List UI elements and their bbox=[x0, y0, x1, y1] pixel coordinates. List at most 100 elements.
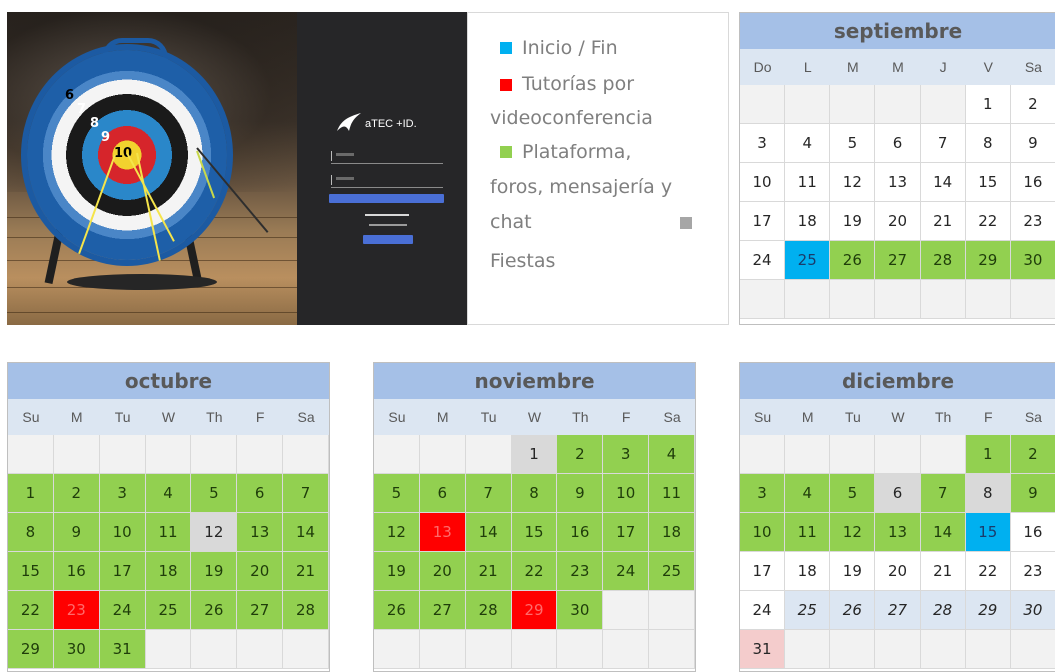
empty-day-cell bbox=[785, 280, 831, 319]
empty-day-cell bbox=[875, 85, 921, 124]
day-cell: 28 bbox=[283, 591, 329, 630]
weekday-label: M bbox=[436, 409, 449, 425]
day-cell: 29 bbox=[965, 591, 1011, 630]
legend-label-tutoring-2: videoconferencia bbox=[490, 107, 653, 129]
empty-day-cell bbox=[740, 280, 786, 319]
empty-day-cell bbox=[465, 630, 512, 669]
day-cell: 23 bbox=[1010, 552, 1055, 591]
username-field bbox=[331, 151, 443, 164]
empty-day-cell bbox=[649, 630, 695, 669]
weekday-header: Su M Tu W Th F Sa bbox=[8, 399, 329, 435]
weekday-label: M bbox=[847, 59, 859, 75]
day-cell: 21 bbox=[920, 552, 966, 591]
empty-day-cell bbox=[603, 591, 650, 630]
day-cell: 15 bbox=[965, 513, 1011, 552]
empty-day-cell bbox=[965, 630, 1011, 669]
empty-day-cell bbox=[830, 630, 876, 669]
ring-number: 6 bbox=[65, 88, 75, 103]
day-cell: 13 bbox=[237, 513, 284, 552]
day-cell: 12 bbox=[191, 513, 238, 552]
day-cell: 17 bbox=[603, 513, 650, 552]
weekday-label: M bbox=[801, 409, 814, 425]
day-cell: 29 bbox=[965, 241, 1011, 280]
day-cell: 16 bbox=[557, 513, 604, 552]
empty-day-cell bbox=[830, 280, 876, 319]
weekday-label: M bbox=[892, 59, 904, 75]
day-cell: 6 bbox=[237, 474, 284, 513]
day-cell: 8 bbox=[965, 124, 1011, 163]
day-cell: 10 bbox=[740, 163, 786, 202]
empty-day-cell bbox=[920, 435, 966, 474]
day-cell: 17 bbox=[740, 552, 786, 591]
legend: Inicio / Fin Tutorías por videoconferenc… bbox=[467, 12, 729, 325]
day-cell: 5 bbox=[374, 474, 420, 513]
day-cell: 13 bbox=[419, 513, 466, 552]
day-cell: 19 bbox=[830, 202, 876, 241]
day-cell: 23 bbox=[53, 591, 100, 630]
day-cell: 22 bbox=[511, 552, 558, 591]
day-cell: 28 bbox=[465, 591, 512, 630]
empty-day-cell bbox=[920, 280, 966, 319]
empty-day-cell bbox=[920, 630, 966, 669]
day-cell: 14 bbox=[920, 513, 966, 552]
day-cell: 2 bbox=[1010, 435, 1055, 474]
empty-day-cell bbox=[1010, 630, 1055, 669]
day-cell: 18 bbox=[145, 552, 192, 591]
day-cell: 18 bbox=[649, 513, 695, 552]
empty-day-cell bbox=[419, 630, 466, 669]
empty-day-cell bbox=[145, 435, 192, 474]
day-cell: 3 bbox=[740, 124, 786, 163]
empty-day-cell bbox=[99, 435, 146, 474]
day-cell: 5 bbox=[830, 474, 876, 513]
empty-day-cell bbox=[1010, 280, 1055, 319]
weekday-label: Sa bbox=[297, 409, 315, 425]
empty-day-cell bbox=[145, 630, 192, 669]
day-cell: 27 bbox=[875, 591, 921, 630]
legend-label-platform-2: foros, mensajería y bbox=[490, 176, 673, 198]
day-cell: 26 bbox=[830, 591, 876, 630]
weekday-label: Tu bbox=[844, 409, 861, 425]
legend-swatch-start-end bbox=[500, 42, 512, 54]
day-cell: 13 bbox=[875, 163, 921, 202]
calendar-september: septiembre Do L M M J V Sa 1 2 3 4 5 6 7 8 9 10 11 12 13 14 15… bbox=[739, 12, 1055, 325]
weekday-header: Su M Tu W Th F Sa bbox=[740, 399, 1055, 435]
weekday-header: Do L M M J V Sa bbox=[740, 49, 1055, 85]
day-cell: 5 bbox=[830, 124, 876, 163]
month-title: noviembre bbox=[374, 363, 695, 399]
day-cell: 31 bbox=[99, 630, 146, 669]
day-cell: 4 bbox=[785, 474, 831, 513]
day-cell: 30 bbox=[557, 591, 604, 630]
day-cell: 6 bbox=[875, 474, 921, 513]
day-cell: 19 bbox=[191, 552, 238, 591]
weekday-label: Su bbox=[388, 409, 406, 425]
day-cell: 29 bbox=[8, 630, 54, 669]
day-cell: 20 bbox=[419, 552, 466, 591]
day-cell: 23 bbox=[557, 552, 604, 591]
weekday-label: F bbox=[255, 409, 265, 425]
login-button bbox=[329, 194, 444, 203]
empty-day-cell bbox=[374, 630, 420, 669]
day-cell: 5 bbox=[191, 474, 238, 513]
day-cell: 4 bbox=[785, 124, 831, 163]
day-cell: 11 bbox=[145, 513, 192, 552]
calendar-november: noviembre Su M Tu W Th F Sa 1 2 3 4 5 6 7 8 9 10 11 12 13 14 1… bbox=[373, 362, 696, 672]
empty-day-cell bbox=[875, 435, 921, 474]
weekday-label: W bbox=[891, 409, 905, 425]
day-cell: 1 bbox=[965, 85, 1011, 124]
password-field bbox=[331, 175, 443, 188]
day-cell: 1 bbox=[511, 435, 558, 474]
empty-day-cell bbox=[511, 630, 558, 669]
day-cell: 27 bbox=[875, 241, 921, 280]
day-cell: 7 bbox=[920, 124, 966, 163]
day-cell: 29 bbox=[511, 591, 558, 630]
empty-day-cell bbox=[237, 630, 284, 669]
empty-day-cell bbox=[830, 435, 876, 474]
legend-label-platform-3: chat bbox=[490, 211, 532, 233]
day-cell: 7 bbox=[920, 474, 966, 513]
empty-day-cell bbox=[649, 591, 695, 630]
hero-image: 6 7 8 9 10 aTEC +ID. bbox=[7, 12, 467, 325]
legend-swatch-tutoring bbox=[500, 79, 512, 91]
day-cell: 2 bbox=[557, 435, 604, 474]
day-cell: 15 bbox=[8, 552, 54, 591]
day-cell: 3 bbox=[603, 435, 650, 474]
